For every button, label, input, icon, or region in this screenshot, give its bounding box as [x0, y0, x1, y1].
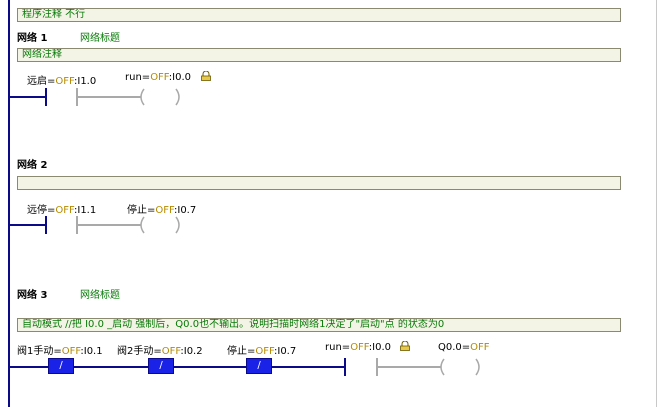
equals-sign: =	[341, 342, 351, 353]
contact-left-bar[interactable]	[45, 88, 47, 106]
left-power-rail	[8, 0, 10, 407]
network-2-comment[interactable]	[17, 176, 621, 190]
contact-label-run: run=OFF:I0.0	[125, 72, 191, 83]
state-value: OFF	[255, 346, 274, 357]
nc-contact-stop[interactable]: /	[246, 358, 272, 374]
contact-left-bar[interactable]	[344, 358, 346, 376]
rung-wire	[74, 366, 150, 368]
symbol-name: 停止	[227, 346, 247, 357]
network-1-comment[interactable]: 网络注释	[17, 48, 621, 62]
state-value: OFF	[150, 72, 169, 83]
rung-wire-inactive	[77, 96, 141, 98]
rung-wire	[10, 224, 46, 226]
contact-label-run: run=OFF:I0.0	[325, 342, 391, 353]
output-coil[interactable]	[138, 215, 182, 235]
rung-wire	[10, 96, 46, 98]
state-value: OFF	[55, 205, 74, 216]
network-1-title[interactable]: 网络 1	[17, 29, 47, 44]
contact-label-remote-stop: 远停=OFF:I1.1	[27, 201, 96, 216]
rung-wire-inactive	[377, 366, 441, 368]
output-coil[interactable]	[138, 87, 182, 107]
address: :I1.0	[74, 76, 97, 87]
address: :I1.1	[74, 205, 97, 216]
output-coil[interactable]	[438, 357, 482, 377]
address: :I0.1	[80, 346, 103, 357]
equals-sign: =	[53, 346, 62, 357]
contact-label-remote-start: 远启=OFF:I1.0	[27, 72, 96, 87]
symbol-name: 阀2手动	[117, 346, 154, 357]
address: :I0.0	[168, 72, 192, 83]
equals-sign: =	[141, 72, 151, 83]
contact-left-bar[interactable]	[45, 216, 47, 234]
lock-icon	[201, 71, 211, 81]
contact-label-valve2-manual: 阀2手动=OFF:I0.2	[117, 342, 203, 357]
contact-label-stop: 停止=OFF:I0.7	[127, 201, 196, 216]
state-value: OFF	[55, 76, 74, 87]
network-3-subtitle[interactable]: 网络标题	[80, 286, 120, 301]
network-3-title[interactable]: 网络 3	[17, 286, 47, 301]
address: :I0.7	[274, 346, 297, 357]
network-1-subtitle[interactable]: 网络标题	[80, 29, 120, 44]
symbol-name: 远启	[27, 76, 47, 87]
rung-wire	[174, 366, 248, 368]
symbol-name: run	[325, 342, 342, 353]
coil-label-q00: Q0.0=OFF	[438, 342, 490, 353]
nc-contact-valve1[interactable]: /	[48, 358, 74, 374]
equals-sign: =	[153, 346, 162, 357]
address: :I0.2	[180, 346, 203, 357]
symbol-name: Q0.0	[438, 342, 462, 353]
network-3-comment[interactable]: 自动模式 //把 I0.0 _启动 强制后，Q0.0也不输出。说明扫描时网络1决…	[17, 318, 621, 332]
rung-wire	[272, 366, 346, 368]
lock-icon	[400, 341, 410, 351]
state-value: OFF	[61, 346, 81, 357]
contact-label-stop: 停止=OFF:I0.7	[227, 342, 296, 357]
state-value: OFF	[350, 342, 369, 353]
rung-wire	[10, 366, 50, 368]
rung-wire-inactive	[77, 224, 141, 226]
symbol-name: 远停	[27, 205, 47, 216]
state-value: OFF	[161, 346, 181, 357]
address: :I0.0	[368, 342, 392, 353]
symbol-name: run	[125, 72, 142, 83]
nc-contact-valve2[interactable]: /	[148, 358, 174, 374]
state-value: OFF	[470, 342, 490, 353]
network-2-title[interactable]: 网络 2	[17, 156, 47, 171]
symbol-name: 阀1手动	[17, 346, 54, 357]
contact-label-valve1-manual: 阀1手动=OFF:I0.1	[17, 342, 103, 357]
equals-sign: =	[461, 342, 471, 353]
program-comment[interactable]: 程序注释 不行	[17, 8, 621, 22]
